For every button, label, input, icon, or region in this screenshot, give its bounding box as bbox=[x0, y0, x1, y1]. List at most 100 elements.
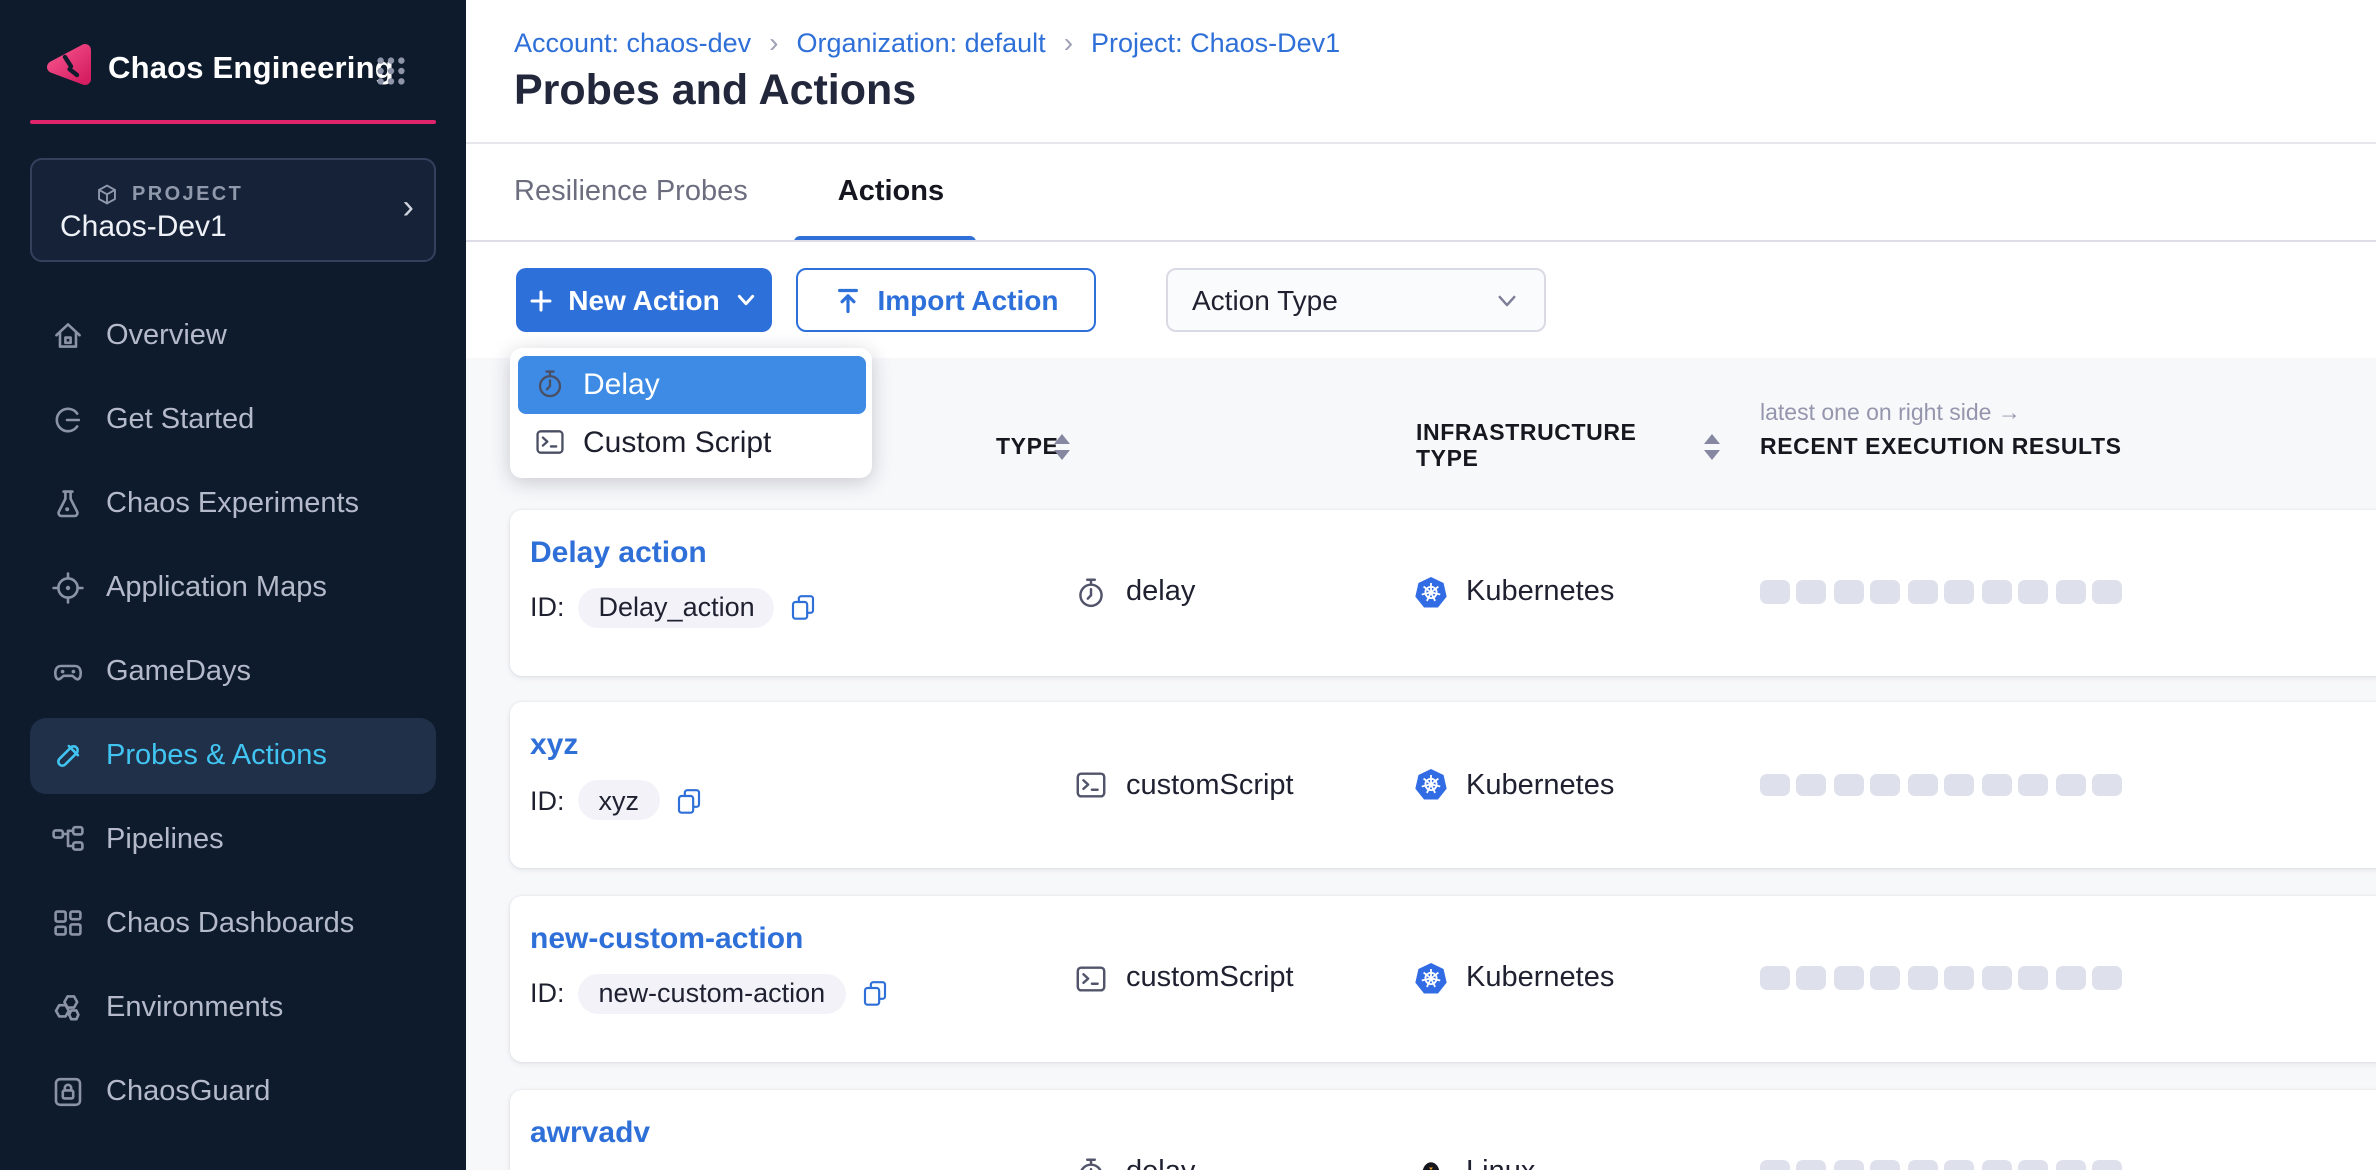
new-action-button[interactable]: New Action bbox=[515, 268, 771, 332]
copy-icon[interactable] bbox=[859, 979, 889, 1009]
sidebar-item-label: Chaos Experiments bbox=[106, 488, 359, 520]
action-name-link[interactable]: awrvadv bbox=[530, 1115, 650, 1149]
execution-result-placeholder bbox=[2056, 580, 2085, 603]
action-type-filter[interactable]: Action Type bbox=[1166, 268, 1546, 332]
type-cell: delay bbox=[1074, 575, 1195, 609]
sidebar-item-application-maps[interactable]: Application Maps bbox=[30, 550, 436, 626]
menu-item-label: Delay bbox=[583, 367, 660, 401]
kubernetes-icon bbox=[1414, 768, 1448, 802]
sidebar-item-overview[interactable]: Overview bbox=[30, 298, 436, 374]
linux-icon bbox=[1414, 1155, 1448, 1170]
type-value: delay bbox=[1126, 1156, 1195, 1170]
action-name-link[interactable]: Delay action bbox=[530, 535, 707, 569]
copy-icon[interactable] bbox=[673, 785, 703, 815]
infrastructure-cell: Kubernetes bbox=[1414, 575, 1614, 609]
execution-result-placeholder bbox=[1834, 1160, 1863, 1170]
execution-result-placeholder bbox=[1871, 967, 1900, 990]
execution-result-placeholder bbox=[1760, 580, 1789, 603]
menu-item-delay[interactable]: Delay bbox=[517, 355, 865, 413]
infrastructure-cell: Kubernetes bbox=[1414, 962, 1614, 996]
id-label: ID: bbox=[530, 592, 565, 622]
tab-resilience-probes[interactable]: Resilience Probes bbox=[514, 176, 748, 228]
sidebar-item-environments[interactable]: Environments bbox=[30, 970, 436, 1046]
cube-icon bbox=[94, 182, 120, 208]
lock-shield-icon bbox=[50, 1074, 86, 1110]
header-divider bbox=[466, 142, 2376, 144]
execution-result-placeholder bbox=[1982, 1160, 2011, 1170]
tab-actions[interactable]: Actions bbox=[838, 176, 944, 228]
execution-result-placeholder bbox=[1871, 1160, 1900, 1170]
execution-result-placeholder bbox=[2056, 1160, 2085, 1170]
action-id-chip: new-custom-action bbox=[579, 974, 846, 1014]
sidebar-item-chaosguard[interactable]: ChaosGuard bbox=[30, 1054, 436, 1130]
execution-result-placeholder bbox=[2093, 773, 2122, 796]
sort-desc-icon bbox=[1704, 449, 1720, 459]
infrastructure-value: Kubernetes bbox=[1466, 963, 1614, 995]
column-header-type: TYPE bbox=[996, 436, 1059, 460]
sidebar-item-probes-actions[interactable]: Probes & Actions bbox=[30, 718, 436, 794]
probe-icon bbox=[50, 738, 86, 774]
breadcrumb-account-link[interactable]: Account: chaos-dev bbox=[514, 27, 751, 57]
execution-result-placeholder bbox=[2019, 1160, 2048, 1170]
sidebar-item-label: Chaos Dashboards bbox=[106, 908, 354, 940]
breadcrumb-separator: › bbox=[1046, 26, 1091, 58]
import-action-label: Import Action bbox=[878, 284, 1059, 316]
import-action-button[interactable]: Import Action bbox=[796, 268, 1096, 332]
execution-result-placeholder bbox=[1871, 773, 1900, 796]
execution-result-placeholder bbox=[1760, 967, 1789, 990]
execution-result-placeholder bbox=[2093, 580, 2122, 603]
toolbar: New Action Import Action Action Type bbox=[466, 242, 2376, 360]
terminal-icon bbox=[533, 426, 565, 458]
action-id-chip: xyz bbox=[579, 780, 660, 820]
chevron-down-icon bbox=[734, 288, 758, 312]
sidebar-item-get-started[interactable]: Get Started bbox=[30, 382, 436, 458]
action-name-link[interactable]: xyz bbox=[530, 728, 578, 762]
execution-result-placeholder bbox=[2093, 967, 2122, 990]
execution-result-placeholder bbox=[2056, 773, 2085, 796]
stopwatch-icon bbox=[1074, 1155, 1108, 1170]
sidebar-item-chaos-dashboards[interactable]: Chaos Dashboards bbox=[30, 886, 436, 962]
action-id-row: ID: xyz bbox=[530, 780, 703, 820]
kubernetes-icon bbox=[1414, 962, 1448, 996]
sidebar-item-label: ChaosGuard bbox=[106, 1076, 270, 1108]
sort-type-control[interactable] bbox=[1054, 434, 1070, 459]
breadcrumb-project-link[interactable]: Project: Chaos-Dev1 bbox=[1091, 27, 1340, 57]
action-type-label: Action Type bbox=[1192, 284, 1338, 316]
apps-grid-icon[interactable] bbox=[374, 54, 408, 88]
recent-execution-results bbox=[1760, 1160, 2122, 1170]
environments-icon bbox=[50, 990, 86, 1026]
execution-result-placeholder bbox=[1797, 1160, 1826, 1170]
sort-infrastructure-control[interactable] bbox=[1704, 434, 1720, 459]
breadcrumb-organization-link[interactable]: Organization: default bbox=[797, 27, 1046, 57]
gamepad-icon bbox=[50, 654, 86, 690]
execution-result-placeholder bbox=[2093, 1160, 2122, 1170]
sidebar: Chaos Engineering PROJECT Chaos-Dev1 › bbox=[0, 0, 466, 1170]
copy-icon[interactable] bbox=[789, 592, 819, 622]
type-cell: customScript bbox=[1074, 768, 1294, 802]
infrastructure-cell: Kubernetes bbox=[1414, 768, 1614, 802]
target-icon bbox=[50, 570, 86, 606]
execution-result-placeholder bbox=[2056, 967, 2085, 990]
recent-execution-results bbox=[1760, 580, 2122, 603]
sidebar-item-gamedays[interactable]: GameDays bbox=[30, 634, 436, 710]
sidebar-item-label: GameDays bbox=[106, 656, 251, 688]
execution-result-placeholder bbox=[1834, 773, 1863, 796]
execution-result-placeholder bbox=[1797, 773, 1826, 796]
sidebar-item-chaos-experiments[interactable]: Chaos Experiments bbox=[30, 466, 436, 542]
new-action-label: New Action bbox=[568, 284, 719, 316]
action-name-link[interactable]: new-custom-action bbox=[530, 922, 803, 956]
execution-result-placeholder bbox=[1982, 580, 2011, 603]
sidebar-item-pipelines[interactable]: Pipelines bbox=[30, 802, 436, 878]
breadcrumb-separator: › bbox=[751, 26, 796, 58]
sidebar-item-label: Pipelines bbox=[106, 824, 224, 856]
app-window: Chaos Engineering PROJECT Chaos-Dev1 › bbox=[0, 0, 2376, 1170]
infra-header-line2: TYPE bbox=[1416, 448, 1637, 474]
stopwatch-icon bbox=[533, 368, 565, 400]
type-cell: delay bbox=[1074, 1155, 1195, 1170]
execution-result-placeholder bbox=[1797, 580, 1826, 603]
get-started-icon bbox=[50, 402, 86, 438]
project-selector[interactable]: PROJECT Chaos-Dev1 › bbox=[30, 158, 436, 262]
action-id-row: ID: new-custom-action bbox=[530, 974, 889, 1014]
menu-item-custom-script[interactable]: Custom Script bbox=[517, 413, 865, 471]
action-row: new-custom-action ID: new-custom-action … bbox=[509, 896, 2376, 1062]
